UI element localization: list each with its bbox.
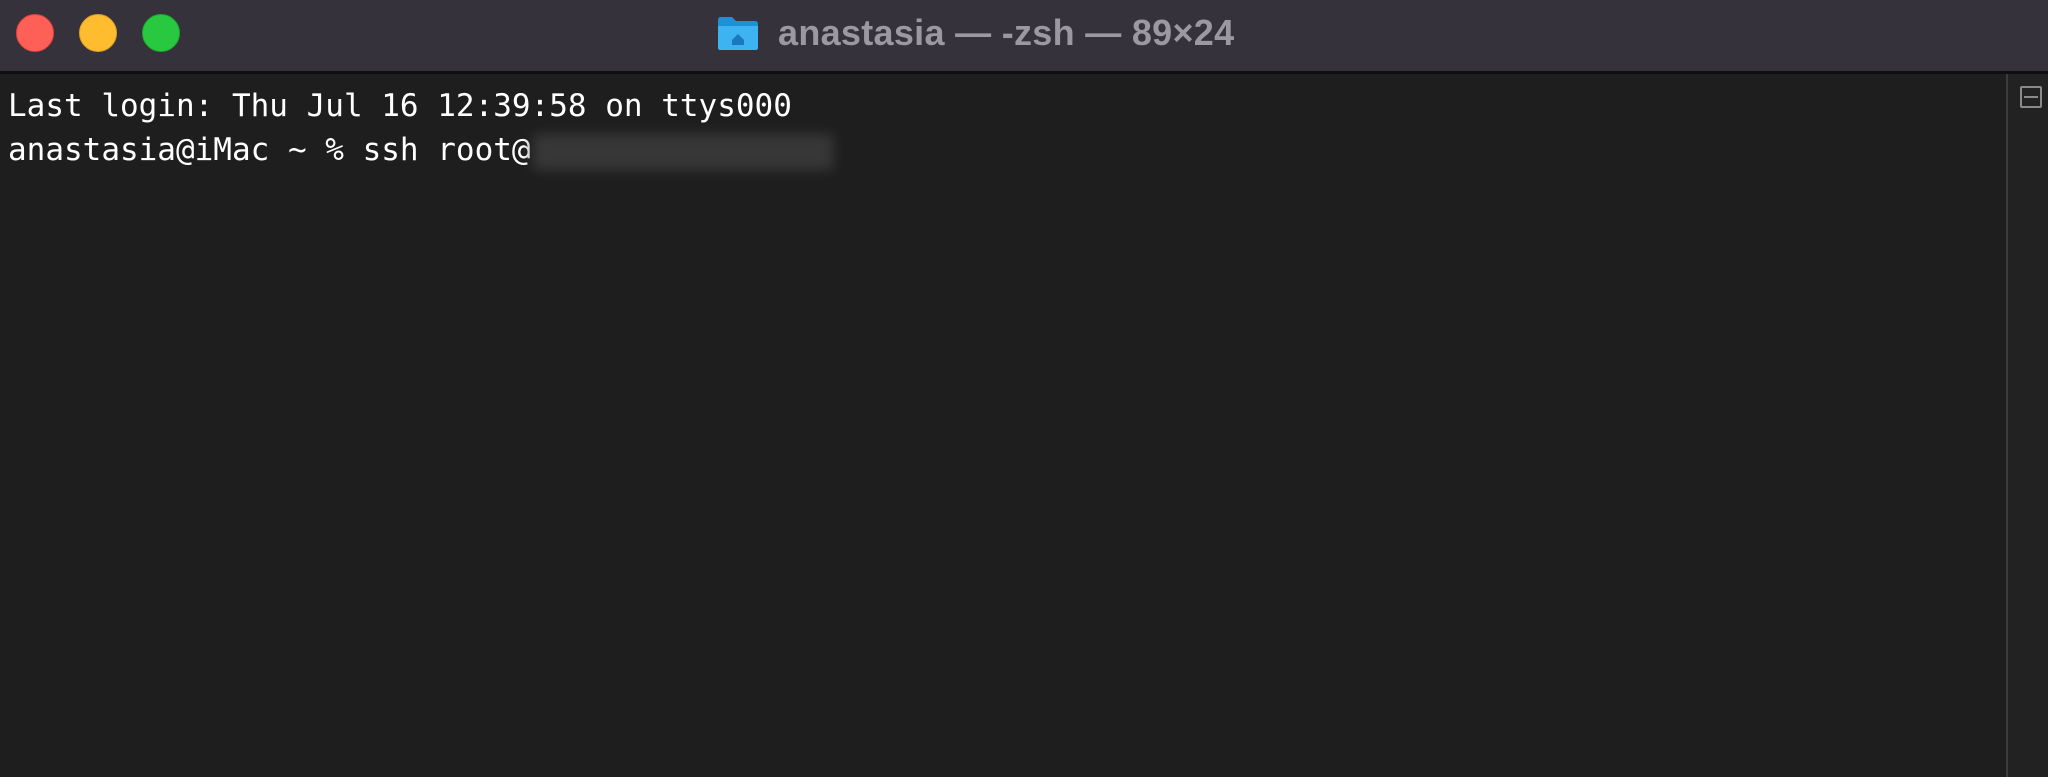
terminal-window: anastasia — -zsh — 89×24 Last login: Thu… <box>0 0 2048 777</box>
window-title-text: anastasia — -zsh — 89×24 <box>778 12 1235 53</box>
title-bar[interactable]: anastasia — -zsh — 89×24 <box>0 0 2048 74</box>
window-title: anastasia — -zsh — 89×24 <box>716 10 1234 56</box>
split-pane-icon[interactable] <box>2020 86 2042 108</box>
zoom-window-button[interactable] <box>142 14 180 52</box>
terminal-output[interactable]: Last login: Thu Jul 16 12:39:58 on ttys0… <box>0 74 2006 777</box>
terminal-scrollbar[interactable] <box>2006 74 2048 777</box>
terminal-line-last-login: Last login: Thu Jul 16 12:39:58 on ttys0… <box>8 88 792 124</box>
minimize-window-button[interactable] <box>79 14 117 52</box>
terminal-line-prompt: anastasia@iMac ~ % ssh root@ <box>8 130 833 170</box>
terminal-prompt-command: anastasia@iMac ~ % ssh root@ <box>8 132 531 168</box>
redacted-host <box>532 133 833 170</box>
close-window-button[interactable] <box>16 14 54 52</box>
folder-home-icon <box>718 17 758 50</box>
